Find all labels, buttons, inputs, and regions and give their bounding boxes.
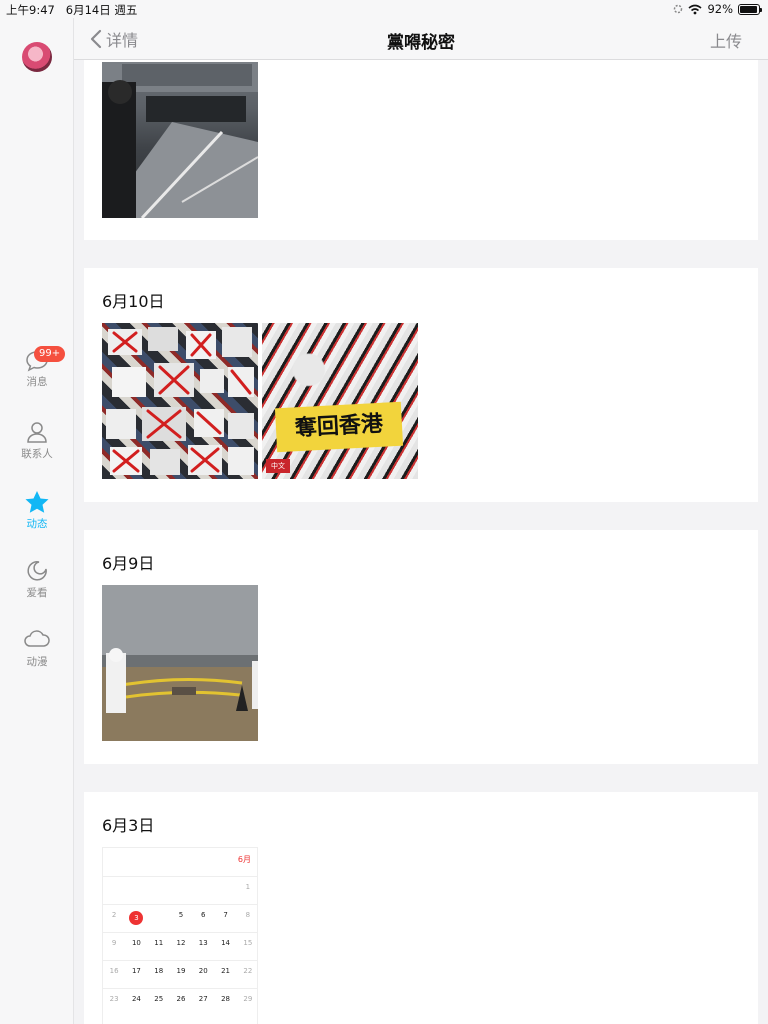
wifi-icon — [688, 4, 702, 14]
sidebar-item-anime[interactable]: 动漫 — [0, 628, 74, 678]
photo-thumbnail[interactable] — [102, 585, 258, 741]
top-nav-bar: 详情 黨嘚秘密 上传 — [74, 18, 768, 60]
loading-icon — [674, 4, 683, 14]
moment-card: 6月10日 奪回香港 中文 — [84, 268, 758, 502]
sidebar-item-messages[interactable]: 99+ 消息 — [0, 346, 74, 400]
photo-thumbnail[interactable] — [102, 62, 258, 218]
photo-banner-text: 奪回香港 — [274, 401, 404, 453]
person-icon — [27, 422, 47, 443]
moments-feed[interactable]: 6月10日 奪回香港 中文 6月9日 6月3日 6月 1 2 3 5 6 7 8… — [74, 60, 768, 1024]
status-time: 上午9:47 — [6, 3, 55, 17]
status-time-date: 上午9:47 6月14日 週五 — [6, 2, 137, 18]
status-right: 92% — [673, 2, 762, 16]
moment-date: 6月9日 — [102, 554, 155, 573]
battery-percent: 92% — [707, 2, 733, 16]
photo-beach-scene — [102, 585, 258, 741]
photo-thumbnail[interactable]: 奪回香港 中文 — [262, 323, 418, 479]
sidebar-item-label: 联系人 — [21, 448, 53, 460]
calendar-month-label: 6月 — [237, 855, 251, 864]
sidebar: 99+ 消息 联系人 动态 爱看 动漫 — [0, 18, 74, 1024]
page-title: 黨嘚秘密 — [387, 33, 455, 53]
photo-thumbnail[interactable] — [102, 323, 258, 479]
sidebar-item-label: 爱看 — [26, 587, 48, 599]
battery-icon — [738, 3, 762, 15]
sidebar-item-moments[interactable]: 动态 — [0, 490, 74, 540]
moment-card: 6月3日 6月 1 235678 9 10 11 12 13 14 15 16 17 18 19 2… — [84, 792, 758, 1024]
photo-tag-text: 中文 — [266, 459, 290, 473]
upload-button[interactable]: 上传 — [710, 28, 742, 52]
moon-icon — [27, 561, 47, 581]
avatar[interactable] — [22, 42, 52, 72]
unread-badge: 99+ — [34, 346, 66, 362]
photo-poster-wall — [106, 327, 254, 475]
moment-date: 6月10日 — [102, 292, 165, 311]
status-bar: 上午9:47 6月14日 週五 92% — [0, 0, 768, 18]
status-date: 6月14日 週五 — [65, 3, 138, 17]
cloud-icon — [24, 630, 50, 647]
calendar-grid: 1 235678 9 10 11 12 13 14 15 16 17 18 19 20 21 22 23… — [103, 876, 257, 1016]
moment-date: 6月3日 — [102, 816, 155, 835]
moment-card: 6月9日 — [84, 530, 758, 764]
photo-riot-scene — [102, 62, 258, 218]
star-icon — [25, 491, 49, 513]
calendar-today: 3 — [129, 911, 144, 925]
sidebar-item-watch[interactable]: 爱看 — [0, 559, 74, 609]
sidebar-item-label: 动态 — [26, 518, 48, 530]
photo-thumbnail[interactable]: 6月 1 235678 9 10 11 12 13 14 15 16 17 18 19 20 21 22… — [102, 847, 258, 1024]
sidebar-item-label: 消息 — [26, 376, 48, 388]
moment-card — [84, 60, 758, 240]
sidebar-item-contacts[interactable]: 联系人 — [0, 420, 74, 470]
sidebar-item-label: 动漫 — [26, 656, 48, 668]
